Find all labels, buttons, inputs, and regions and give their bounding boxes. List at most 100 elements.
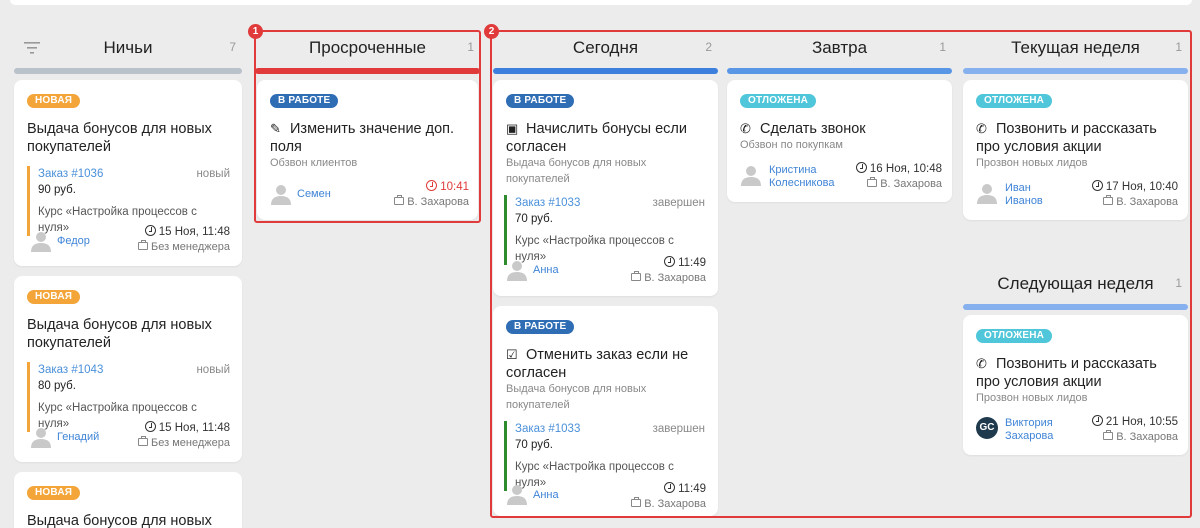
task-subtitle: Обзвон по покупкам <box>740 139 843 151</box>
task-subtitle: Прозвон новых лидов <box>976 392 1088 404</box>
status-badge: В РАБОТЕ <box>506 320 575 334</box>
due-date: 15 Ноя, 11:48 <box>158 422 230 434</box>
status-badge: В РАБОТЕ <box>270 94 339 108</box>
filter-icon[interactable] <box>24 42 40 54</box>
briefcase-icon <box>631 271 642 281</box>
task-title[interactable]: Выдача бонусов для новых покупателей <box>27 316 232 352</box>
order-status: завершен <box>652 423 705 435</box>
phone-icon: ✆ <box>976 121 987 136</box>
clock-icon <box>664 482 676 493</box>
task-title[interactable]: ▣ Начислить бонусы если согласен <box>506 120 711 156</box>
task-title[interactable]: ✆ Сделать звонок <box>740 120 945 138</box>
briefcase-icon <box>631 497 642 507</box>
user-name[interactable]: Виктория Захарова <box>1005 417 1053 443</box>
user-name[interactable]: Кристина Колесникова <box>769 164 834 190</box>
briefcase-icon <box>867 177 878 187</box>
user-name[interactable]: Генадий <box>57 431 99 444</box>
column-header: Просроченные 1 <box>255 26 480 70</box>
card-meta: 21 Ноя, 10:55 В. Захарова <box>1091 415 1178 445</box>
order-status: новый <box>196 364 230 376</box>
user-name[interactable]: Иван Иванов <box>1005 182 1043 208</box>
column-header: Завтра 1 <box>727 26 952 70</box>
order-block: Заказ #1033 завершен 70 руб. Курс «Настр… <box>504 195 705 265</box>
column-count: 2 <box>705 40 712 54</box>
task-card[interactable]: ОТЛОЖЕНА ✆ Позвонить и рассказать про усл… <box>963 80 1188 220</box>
user-name[interactable]: Семен <box>297 188 331 201</box>
briefcase-icon <box>1103 195 1114 205</box>
manager-name: Без менеджера <box>151 241 230 253</box>
task-subtitle: Выдача бонусов для новых покупателей <box>506 383 647 411</box>
user-name[interactable]: Анна <box>533 489 559 502</box>
task-card[interactable]: В РАБОТЕ ✎ Изменить значение доп. поля Об… <box>257 80 478 220</box>
column-title: Текущая неделя <box>1011 38 1140 57</box>
task-title[interactable]: ✆ Позвонить и рассказать про условия акци… <box>976 355 1181 391</box>
card-meta: 17 Ноя, 10:40 В. Захарова <box>1091 180 1178 210</box>
column-this-week: Текущая неделя 1 <box>963 26 1188 74</box>
order-price: 70 руб. <box>515 213 553 225</box>
status-badge: НОВАЯ <box>27 290 81 304</box>
edit-icon: ✎ <box>270 121 281 136</box>
task-card[interactable]: В РАБОТЕ ☑ Отменить заказ если не согласе… <box>493 306 718 516</box>
clock-icon <box>664 256 676 267</box>
column-header: Ничьи 7 <box>14 26 242 70</box>
column-count: 1 <box>1175 40 1182 54</box>
card-meta: 11:49 В. Захарова <box>631 482 706 512</box>
briefcase-icon <box>394 195 405 205</box>
due-date: 16 Ноя, 10:48 <box>869 163 942 175</box>
task-card[interactable]: НОВАЯ Выдача бонусов для новых покупател… <box>14 80 242 266</box>
manager-name: В. Захарова <box>407 196 469 208</box>
avatar <box>740 164 762 186</box>
column-title: Ничьи <box>103 38 153 57</box>
column-tomorrow: Завтра 1 <box>727 26 952 74</box>
task-title[interactable]: ✎ Изменить значение доп. поля <box>270 120 470 156</box>
manager-name: В. Захарова <box>1116 431 1178 443</box>
clock-icon <box>144 421 156 432</box>
manager-name: В. Захарова <box>880 178 942 190</box>
task-card[interactable]: ОТЛОЖЕНА ✆ Позвонить и рассказать про усл… <box>963 315 1188 455</box>
due-time: 10:41 <box>440 181 469 193</box>
column-title: Просроченные <box>309 38 426 57</box>
task-card[interactable]: В РАБОТЕ ▣ Начислить бонусы если согласен… <box>493 80 718 296</box>
column-overdue: Просроченные 1 <box>255 26 480 74</box>
task-card[interactable]: НОВАЯ Выдача бонусов для новых <box>14 472 242 528</box>
task-title[interactable]: Выдача бонусов для новых покупателей <box>27 120 232 156</box>
task-card[interactable]: ОТЛОЖЕНА ✆ Сделать звонок Обзвон по покуп… <box>727 80 952 202</box>
task-title[interactable]: ☑ Отменить заказ если не согласен <box>506 346 711 382</box>
user-name[interactable]: Анна <box>533 264 559 277</box>
column-draws: Ничьи 7 <box>14 26 242 74</box>
user-name[interactable]: Федор <box>57 235 90 248</box>
card-meta: 16 Ноя, 10:48 В. Захарова <box>855 162 942 192</box>
order-status: завершен <box>652 197 705 209</box>
task-subtitle: Обзвон клиентов <box>270 157 358 169</box>
status-badge: НОВАЯ <box>27 486 81 500</box>
due-date: 15 Ноя, 11:48 <box>158 226 230 238</box>
order-price: 70 руб. <box>515 439 553 451</box>
task-title[interactable]: Выдача бонусов для новых <box>27 512 242 528</box>
clock-icon <box>855 162 867 173</box>
clock-icon <box>1091 180 1103 191</box>
highlight-marker-1: 1 <box>248 24 263 39</box>
task-card[interactable]: НОВАЯ Выдача бонусов для новых покупател… <box>14 276 242 462</box>
status-badge: ОТЛОЖЕНА <box>976 94 1053 108</box>
clock-icon <box>1091 415 1103 426</box>
order-status: новый <box>196 168 230 180</box>
clock-icon <box>426 180 438 191</box>
avatar <box>30 230 52 252</box>
task-title[interactable]: ✆ Позвонить и рассказать про условия акци… <box>976 120 1181 156</box>
column-header: Текущая неделя 1 <box>963 26 1188 70</box>
due-time: 11:49 <box>678 257 706 269</box>
column-header: Следующая неделя 1 <box>963 262 1188 306</box>
column-next-week: Следующая неделя 1 <box>963 262 1188 310</box>
avatar <box>270 183 292 205</box>
order-block: Заказ #1033 завершен 70 руб. Курс «Настр… <box>504 421 705 491</box>
briefcase-icon <box>138 436 149 446</box>
card-meta: 10:41 В. Захарова <box>394 180 469 210</box>
column-count: 7 <box>229 40 236 54</box>
manager-name: Без менеджера <box>151 437 230 449</box>
column-count: 1 <box>939 40 946 54</box>
column-count: 1 <box>1175 276 1182 290</box>
avatar <box>506 259 528 281</box>
column-title: Сегодня <box>572 38 639 57</box>
order-price: 90 руб. <box>38 184 76 196</box>
top-bar <box>0 0 1200 6</box>
